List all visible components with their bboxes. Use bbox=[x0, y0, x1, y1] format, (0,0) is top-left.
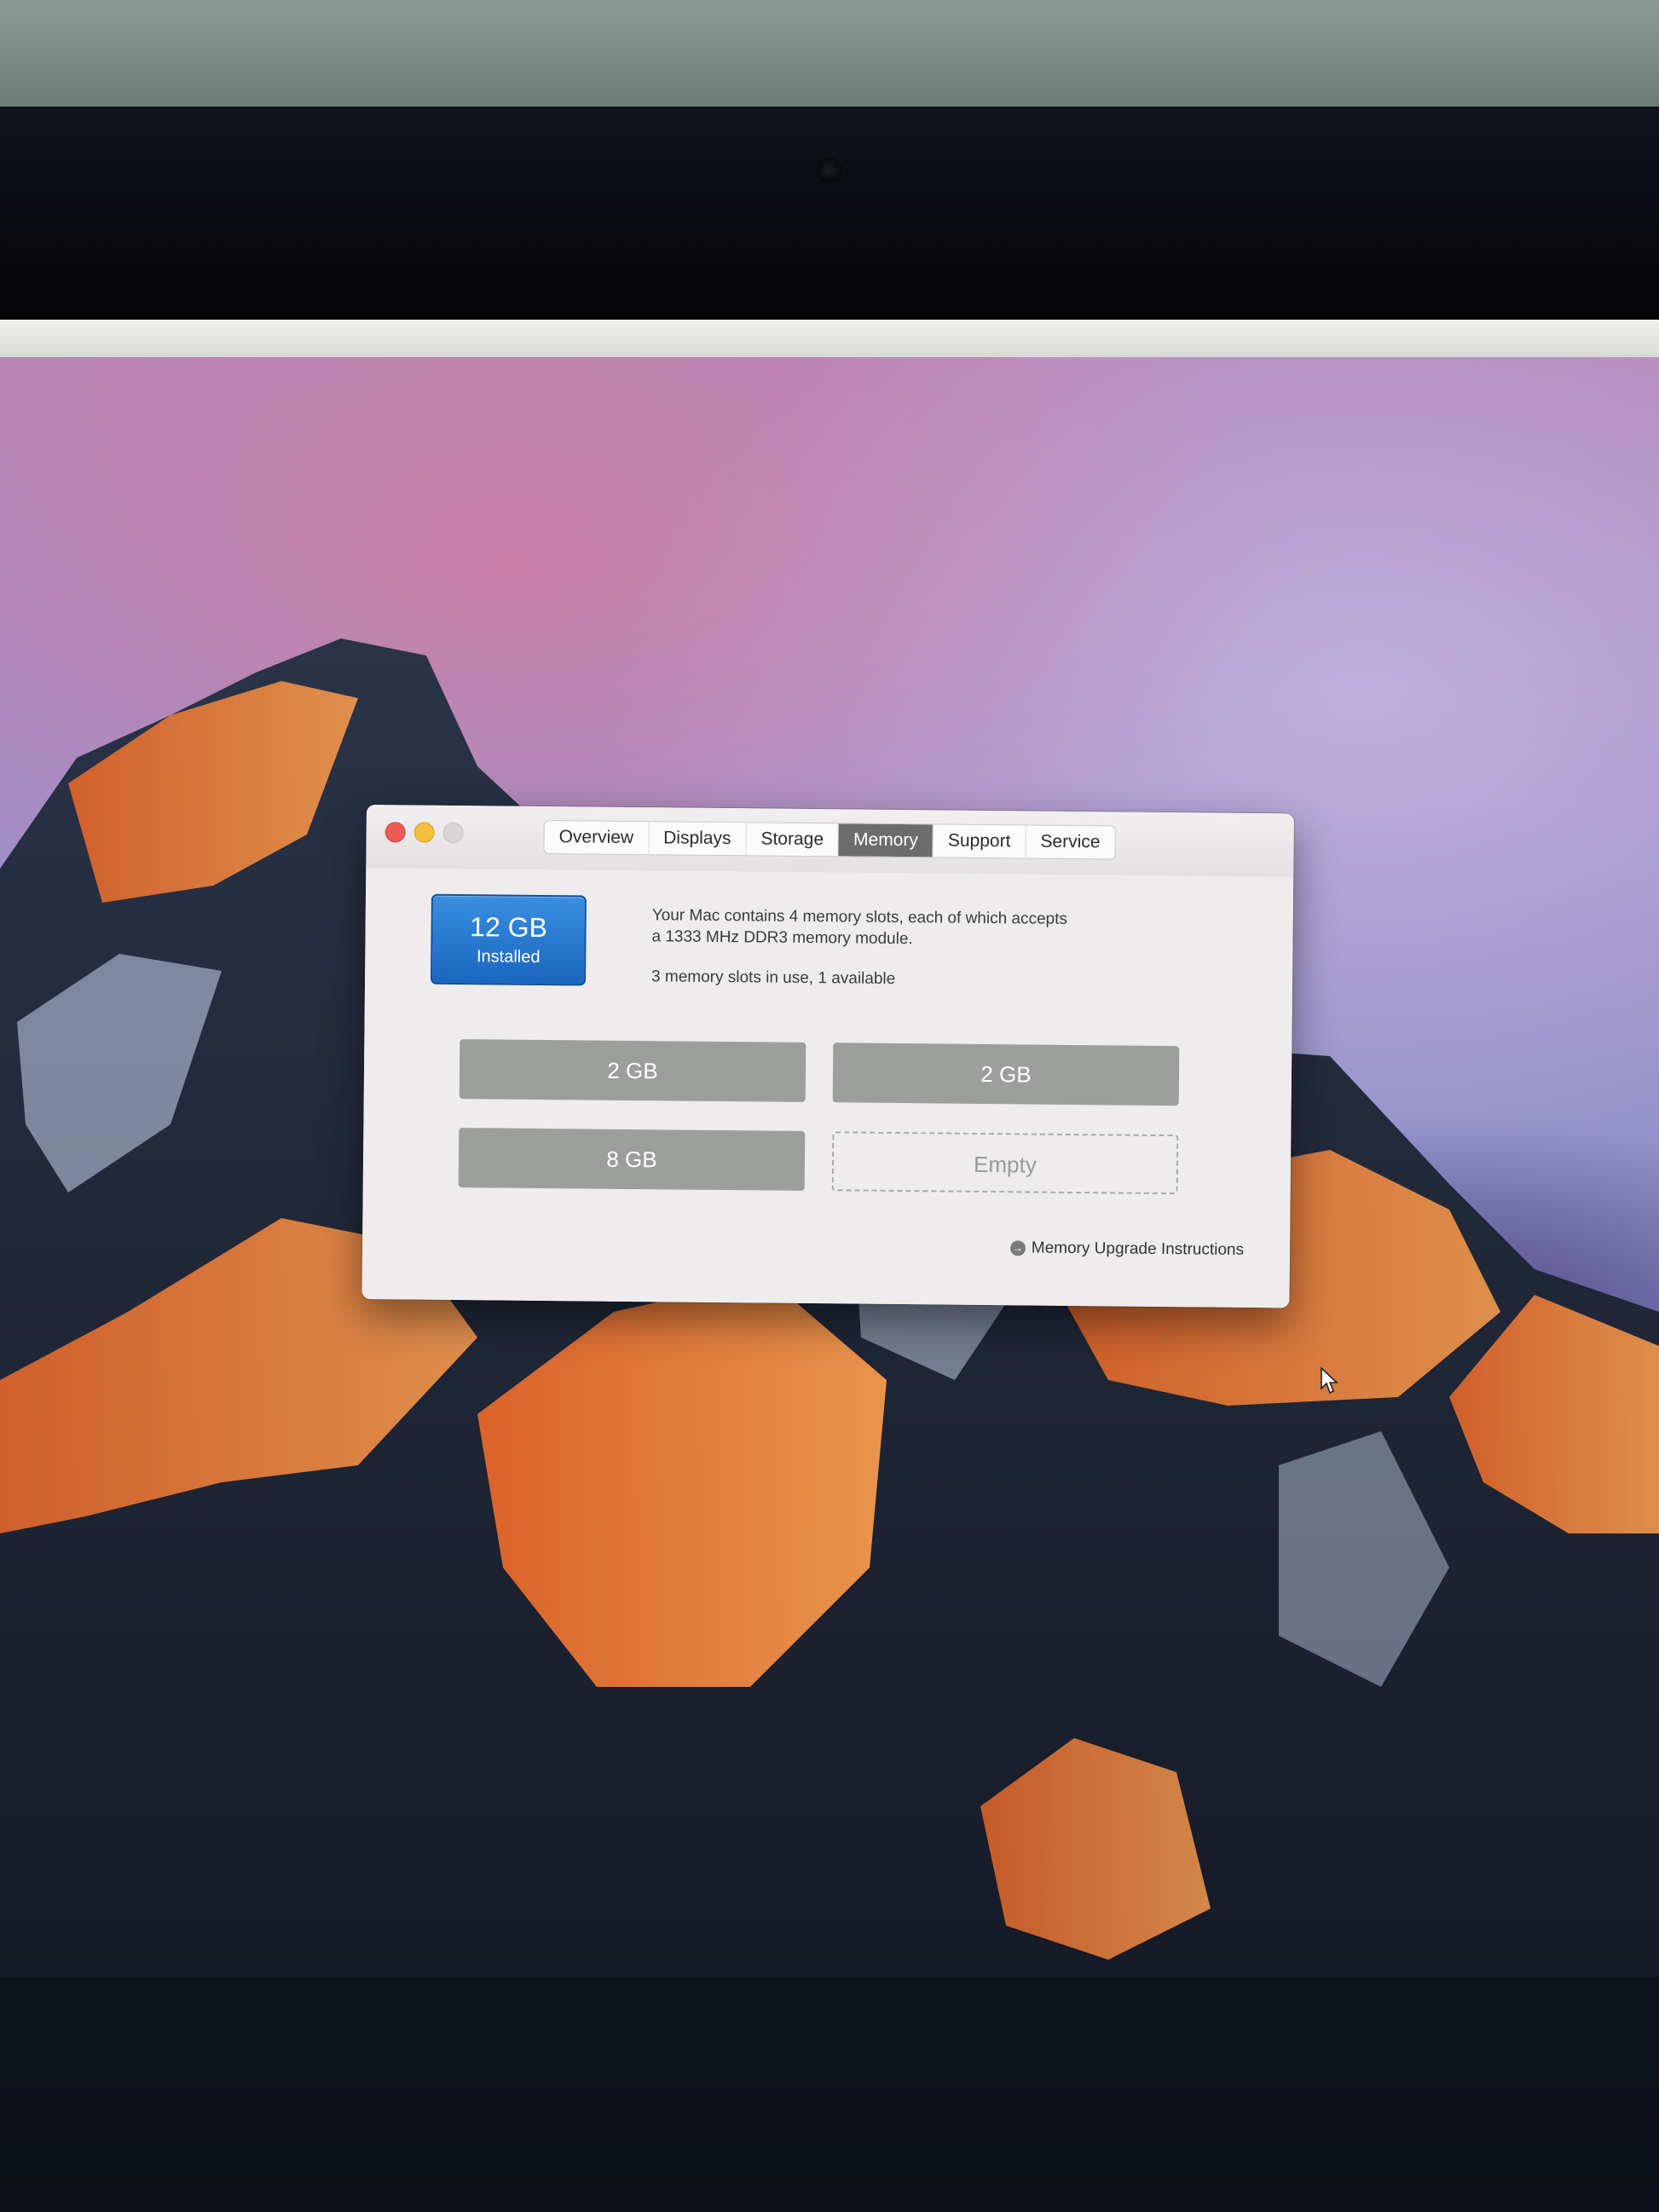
memory-slot-4-empty: Empty bbox=[831, 1131, 1179, 1195]
arrow-circle-icon: → bbox=[1009, 1240, 1026, 1256]
memory-description-line2: a 1333 MHz DDR3 memory module. bbox=[651, 927, 913, 949]
close-button[interactable] bbox=[384, 822, 406, 843]
memory-slot-2: 2 GB bbox=[832, 1042, 1180, 1106]
camera-icon bbox=[817, 158, 842, 183]
tab-displays[interactable]: Displays bbox=[648, 822, 747, 856]
tab-overview[interactable]: Overview bbox=[544, 821, 650, 855]
tab-support[interactable]: Support bbox=[933, 824, 1026, 858]
memory-slot-3: 8 GB bbox=[458, 1128, 806, 1191]
window-titlebar: Overview Displays Storage Memory Support… bbox=[366, 805, 1294, 878]
memory-slot-1: 2 GB bbox=[459, 1039, 806, 1102]
desk-surface bbox=[0, 0, 1659, 107]
tab-bar: Overview Displays Storage Memory Support… bbox=[543, 819, 1116, 860]
minimize-button[interactable] bbox=[413, 822, 435, 843]
memory-panel: 12 GB Installed Your Mac contains 4 memo… bbox=[361, 867, 1294, 1308]
tab-storage[interactable]: Storage bbox=[746, 823, 840, 857]
installed-memory-badge: 12 GB Installed bbox=[430, 893, 587, 986]
menu-bar bbox=[0, 320, 1659, 357]
tab-memory[interactable]: Memory bbox=[838, 823, 934, 858]
zoom-button[interactable] bbox=[442, 822, 464, 844]
memory-upgrade-label: Memory Upgrade Instructions bbox=[1031, 1239, 1245, 1259]
installed-size: 12 GB bbox=[470, 911, 548, 944]
memory-usage-text: 3 memory slots in use, 1 available bbox=[650, 967, 896, 988]
memory-info: Your Mac contains 4 memory slots, each o… bbox=[651, 904, 1198, 992]
monitor-bezel bbox=[0, 107, 1659, 320]
about-this-mac-window: Overview Displays Storage Memory Support… bbox=[361, 805, 1294, 1308]
installed-label: Installed bbox=[476, 947, 540, 967]
memory-upgrade-link[interactable]: → Memory Upgrade Instructions bbox=[1009, 1239, 1245, 1260]
tab-service[interactable]: Service bbox=[1026, 825, 1114, 858]
mouse-pointer-icon bbox=[1321, 1366, 1338, 1395]
